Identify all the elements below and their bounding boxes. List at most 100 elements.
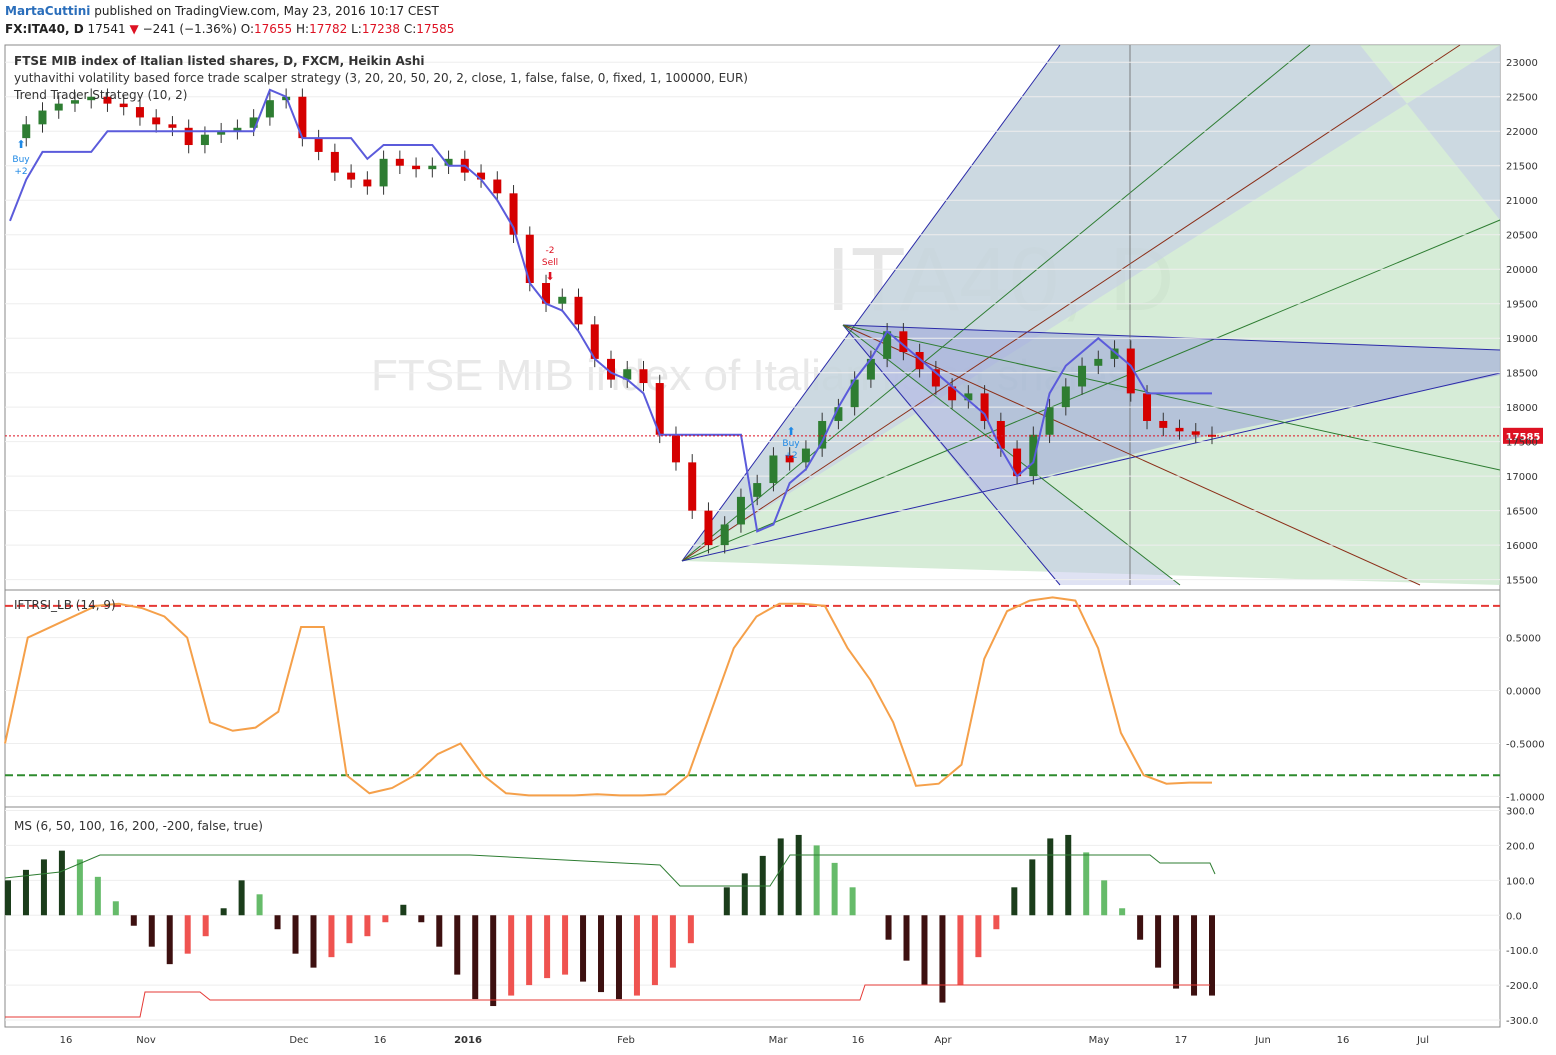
ms-bar bbox=[274, 915, 281, 930]
ms-bar bbox=[687, 915, 694, 944]
ms-bar bbox=[1101, 880, 1108, 916]
candle-body bbox=[1159, 420, 1168, 428]
candle-body bbox=[720, 524, 729, 546]
price-tick: 17500 bbox=[1506, 438, 1538, 449]
ms-bar bbox=[94, 876, 101, 916]
ms-bar bbox=[310, 915, 317, 968]
ms-bar bbox=[454, 915, 461, 975]
ms-tick: 0.0 bbox=[1506, 911, 1522, 922]
ms-bar bbox=[1191, 915, 1198, 996]
ms-bar bbox=[1173, 915, 1180, 989]
candle-body bbox=[980, 393, 989, 421]
open-label: O: bbox=[240, 22, 254, 36]
candle-body bbox=[38, 110, 47, 125]
candle-body bbox=[639, 369, 648, 384]
candle-body bbox=[265, 100, 274, 118]
ms-bar bbox=[166, 915, 173, 965]
time-tick: Apr bbox=[934, 1035, 952, 1046]
ms-bar bbox=[508, 915, 515, 996]
chart-header: MartaCuttini published on TradingView.co… bbox=[0, 0, 1556, 40]
candle-body bbox=[1094, 358, 1103, 366]
main-price-axis[interactable]: 15500 16000 16500 17000 17500 18000 18500 19000… bbox=[1506, 58, 1538, 586]
time-tick: 2016 bbox=[454, 1035, 482, 1046]
arrow-up-icon: ⬆ bbox=[786, 425, 795, 438]
ms-bar bbox=[202, 915, 209, 937]
ms-bar bbox=[669, 915, 676, 968]
publish-line: MartaCuttini published on TradingView.co… bbox=[5, 4, 439, 18]
ms-legend[interactable]: MS (6, 50, 100, 16, 200, -200, false, tr… bbox=[14, 819, 263, 833]
price-tick: 22500 bbox=[1506, 93, 1538, 104]
ms-bar bbox=[346, 915, 353, 944]
ms-bar bbox=[1083, 852, 1090, 916]
ms-bar bbox=[903, 915, 910, 961]
arrow-down-icon: ⬇ bbox=[545, 270, 554, 283]
candle-body bbox=[688, 462, 697, 511]
rsi-legend[interactable]: IFTRSI_LB (14, 9) bbox=[14, 598, 116, 612]
ms-bar bbox=[220, 908, 227, 916]
strategy-legend[interactable]: yuthavithi volatility based force trade … bbox=[14, 71, 748, 85]
ms-bar bbox=[580, 915, 587, 982]
ms-bar bbox=[364, 915, 371, 937]
ms-bar bbox=[1065, 834, 1072, 916]
ms-bar bbox=[256, 894, 263, 916]
price-tick: 22000 bbox=[1506, 127, 1538, 138]
ms-bar bbox=[562, 915, 569, 975]
ms-pane[interactable] bbox=[4, 806, 1501, 1028]
time-tick: Jul bbox=[1416, 1035, 1429, 1046]
signal-label: Sell bbox=[542, 258, 558, 268]
low-value: 17238 bbox=[361, 22, 401, 36]
candle-body bbox=[379, 158, 388, 187]
ms-bar bbox=[1029, 859, 1036, 916]
candle-body bbox=[22, 124, 31, 139]
candle-body bbox=[671, 434, 680, 463]
chart-canvas[interactable]: ITA40, D FTSE MIB index of Italian liste… bbox=[0, 40, 1556, 1055]
time-tick: Feb bbox=[617, 1035, 635, 1046]
ms-bar bbox=[795, 834, 802, 916]
price-tick: 18000 bbox=[1506, 403, 1538, 414]
ms-axis[interactable]: -300.0 -200.0 -100.0 0.0 100.0 200.0 300.0 bbox=[1506, 806, 1538, 1027]
ms-bar bbox=[633, 915, 640, 996]
candle-body bbox=[395, 158, 404, 166]
candle-body bbox=[1061, 386, 1070, 408]
ms-bar bbox=[238, 880, 245, 916]
time-tick: Dec bbox=[289, 1035, 308, 1046]
ms-bar bbox=[1209, 915, 1215, 996]
rsi-axis[interactable]: -1.0000 -0.5000 0.0000 0.5000 bbox=[1506, 634, 1545, 804]
ms-bar bbox=[885, 915, 892, 940]
ms-tick: 300.0 bbox=[1506, 806, 1535, 817]
ms-bar bbox=[526, 915, 533, 986]
candle-body bbox=[1143, 393, 1152, 421]
candle-body bbox=[769, 455, 778, 484]
rsi-tick: -0.5000 bbox=[1506, 739, 1545, 750]
ms-bar bbox=[5, 880, 11, 916]
price-tick: 16500 bbox=[1506, 507, 1538, 518]
ms-bar bbox=[651, 915, 658, 986]
ms-bar bbox=[831, 862, 838, 916]
ms-bar bbox=[615, 915, 622, 1000]
ms-bar bbox=[1119, 908, 1126, 916]
main-legend-title[interactable]: FTSE MIB index of Italian listed shares,… bbox=[14, 54, 425, 68]
rsi-tick: 0.5000 bbox=[1506, 634, 1541, 645]
candle-body bbox=[428, 165, 437, 170]
ms-bar bbox=[112, 901, 119, 916]
ms-bar bbox=[921, 915, 928, 986]
rsi-tick: 0.0000 bbox=[1506, 687, 1541, 698]
time-tick: Jun bbox=[1254, 1035, 1271, 1046]
ms-bar bbox=[813, 845, 820, 916]
ms-bar bbox=[957, 915, 964, 986]
ms-bar bbox=[130, 915, 137, 926]
candle-body bbox=[753, 483, 762, 497]
candle-body bbox=[558, 296, 567, 304]
candle-body bbox=[801, 448, 810, 463]
price-tick: 15500 bbox=[1506, 576, 1538, 587]
author-link[interactable]: MartaCuttini bbox=[5, 4, 90, 18]
ms-bar bbox=[382, 915, 389, 923]
candle-body bbox=[363, 179, 372, 187]
trend-legend[interactable]: Trend Trader Strategy (10, 2) bbox=[13, 88, 187, 102]
time-axis[interactable]: 16 Nov Dec 16 2016 Feb Mar 16 Apr May 17 Jun 16 Jul bbox=[60, 1035, 1429, 1046]
time-tick: 16 bbox=[1337, 1035, 1350, 1046]
ms-bar bbox=[1047, 838, 1054, 916]
ms-bar bbox=[723, 887, 730, 916]
candle-body bbox=[1045, 407, 1054, 435]
close-label: C: bbox=[403, 22, 417, 36]
